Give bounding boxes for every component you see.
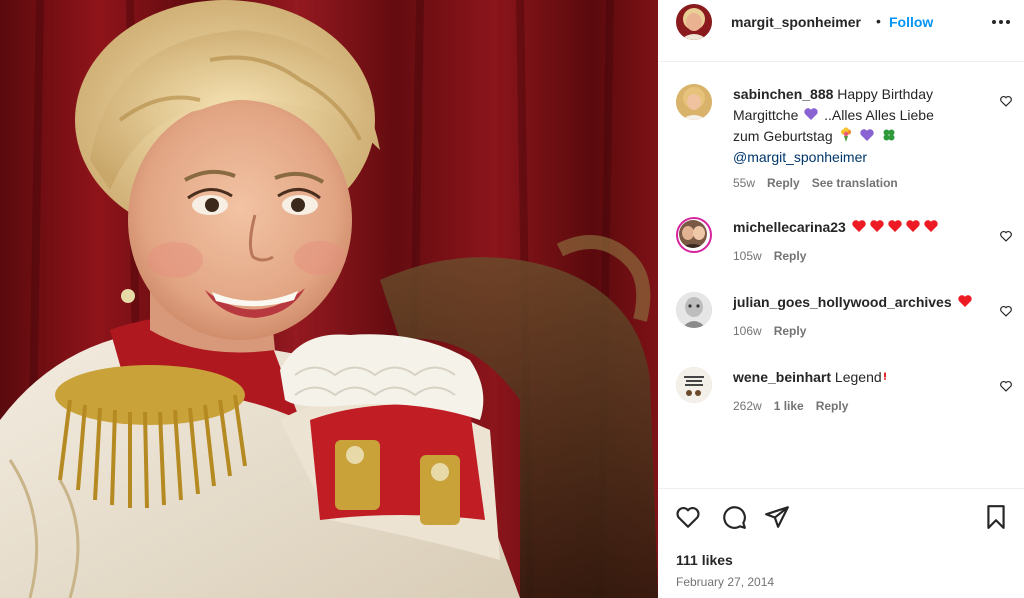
commenter-avatar[interactable]	[676, 292, 712, 328]
post-header: margit_sponheimer • Follow	[658, 0, 1024, 44]
post-photo[interactable]	[0, 0, 658, 598]
red-heart-icon	[870, 220, 884, 232]
four-leaf-clover-icon	[883, 129, 895, 141]
post-date[interactable]: February 27, 2014	[676, 575, 774, 589]
comment-username[interactable]: sabinchen_888	[733, 86, 833, 102]
post-side-panel: margit_sponheimer • Follow sabinchen_888…	[658, 0, 1024, 598]
comment-meta: 106w Reply	[733, 324, 806, 338]
comment-like-heart-icon[interactable]	[999, 379, 1013, 393]
comment-like-heart-icon[interactable]	[999, 94, 1013, 108]
comment-text: sabinchen_888 Happy Birthday Margittche …	[733, 84, 983, 168]
comment-text-part: ..Alles Alles Liebe	[824, 107, 934, 123]
author-username[interactable]: margit_sponheimer	[731, 14, 861, 30]
separator-dot: •	[876, 13, 881, 29]
more-horizontal-icon[interactable]	[989, 12, 1013, 32]
author-avatar[interactable]	[676, 4, 712, 40]
red-heart-icon	[924, 220, 938, 232]
comment-icon[interactable]	[721, 504, 747, 530]
comment-item: sabinchen_888 Happy Birthday Margittche …	[658, 84, 1024, 194]
reply-button[interactable]: Reply	[816, 399, 849, 413]
purple-heart-icon	[860, 129, 875, 141]
reply-button[interactable]: Reply	[767, 176, 800, 190]
instagram-post-view: margit_sponheimer • Follow sabinchen_888…	[0, 0, 1024, 598]
comment-text-part: Margittche	[733, 107, 799, 123]
comment-time: 106w	[733, 324, 762, 338]
heart-icon[interactable]	[675, 504, 701, 530]
red-heart-icon	[852, 220, 866, 232]
red-heart-icon	[906, 220, 920, 232]
comment-text-part: Legend	[834, 369, 882, 385]
user-mention-link[interactable]: @margit_sponheimer	[733, 149, 867, 165]
comment-time: 105w	[733, 249, 762, 263]
comment-text: wene_beinhart Legend	[733, 367, 983, 388]
comment-username[interactable]: julian_goes_hollywood_archives	[733, 294, 952, 310]
reply-button[interactable]: Reply	[774, 249, 807, 263]
comment-text-part: Happy Birthday	[837, 86, 933, 102]
comment-time: 262w	[733, 399, 762, 413]
comment-username[interactable]: michellecarina23	[733, 219, 846, 235]
see-translation-button[interactable]: See translation	[812, 176, 898, 190]
exclamation-icon	[883, 372, 886, 380]
red-heart-icon	[957, 295, 972, 307]
follow-button[interactable]: Follow	[889, 14, 933, 30]
comment-text-part: zum Geburtstag	[733, 128, 833, 144]
comment-meta: 55w Reply See translation	[733, 176, 898, 190]
comment-likes-count[interactable]: 1 like	[774, 399, 804, 413]
comment-like-heart-icon[interactable]	[999, 229, 1013, 243]
header-divider	[658, 61, 1024, 62]
post-actions-bar	[658, 488, 1024, 548]
red-heart-icon	[888, 220, 902, 232]
bookmark-icon[interactable]	[983, 504, 1009, 530]
bouquet-icon	[840, 127, 851, 142]
comment-username[interactable]: wene_beinhart	[733, 369, 831, 385]
comment-text: julian_goes_hollywood_archives	[733, 292, 983, 313]
likes-count[interactable]: 111 likes	[676, 552, 733, 568]
reply-button[interactable]: Reply	[774, 324, 807, 338]
comment-text: michellecarina23	[733, 217, 983, 238]
comment-meta: 262w 1 like Reply	[733, 399, 848, 413]
comment-item: wene_beinhart Legend 262w 1 like Reply	[658, 367, 1024, 427]
comment-meta: 105w Reply	[733, 249, 806, 263]
share-icon[interactable]	[764, 504, 790, 530]
comment-item: michellecarina23 105w Reply	[658, 217, 1024, 277]
portrait-illustration	[0, 0, 658, 598]
comment-time: 55w	[733, 176, 756, 190]
commenter-avatar[interactable]	[676, 84, 712, 120]
comment-like-heart-icon[interactable]	[999, 304, 1013, 318]
comment-item: julian_goes_hollywood_archives 106w Repl…	[658, 292, 1024, 352]
commenter-avatar[interactable]	[676, 367, 712, 403]
purple-heart-icon	[804, 108, 818, 120]
commenter-avatar-story-ring[interactable]	[676, 217, 712, 253]
